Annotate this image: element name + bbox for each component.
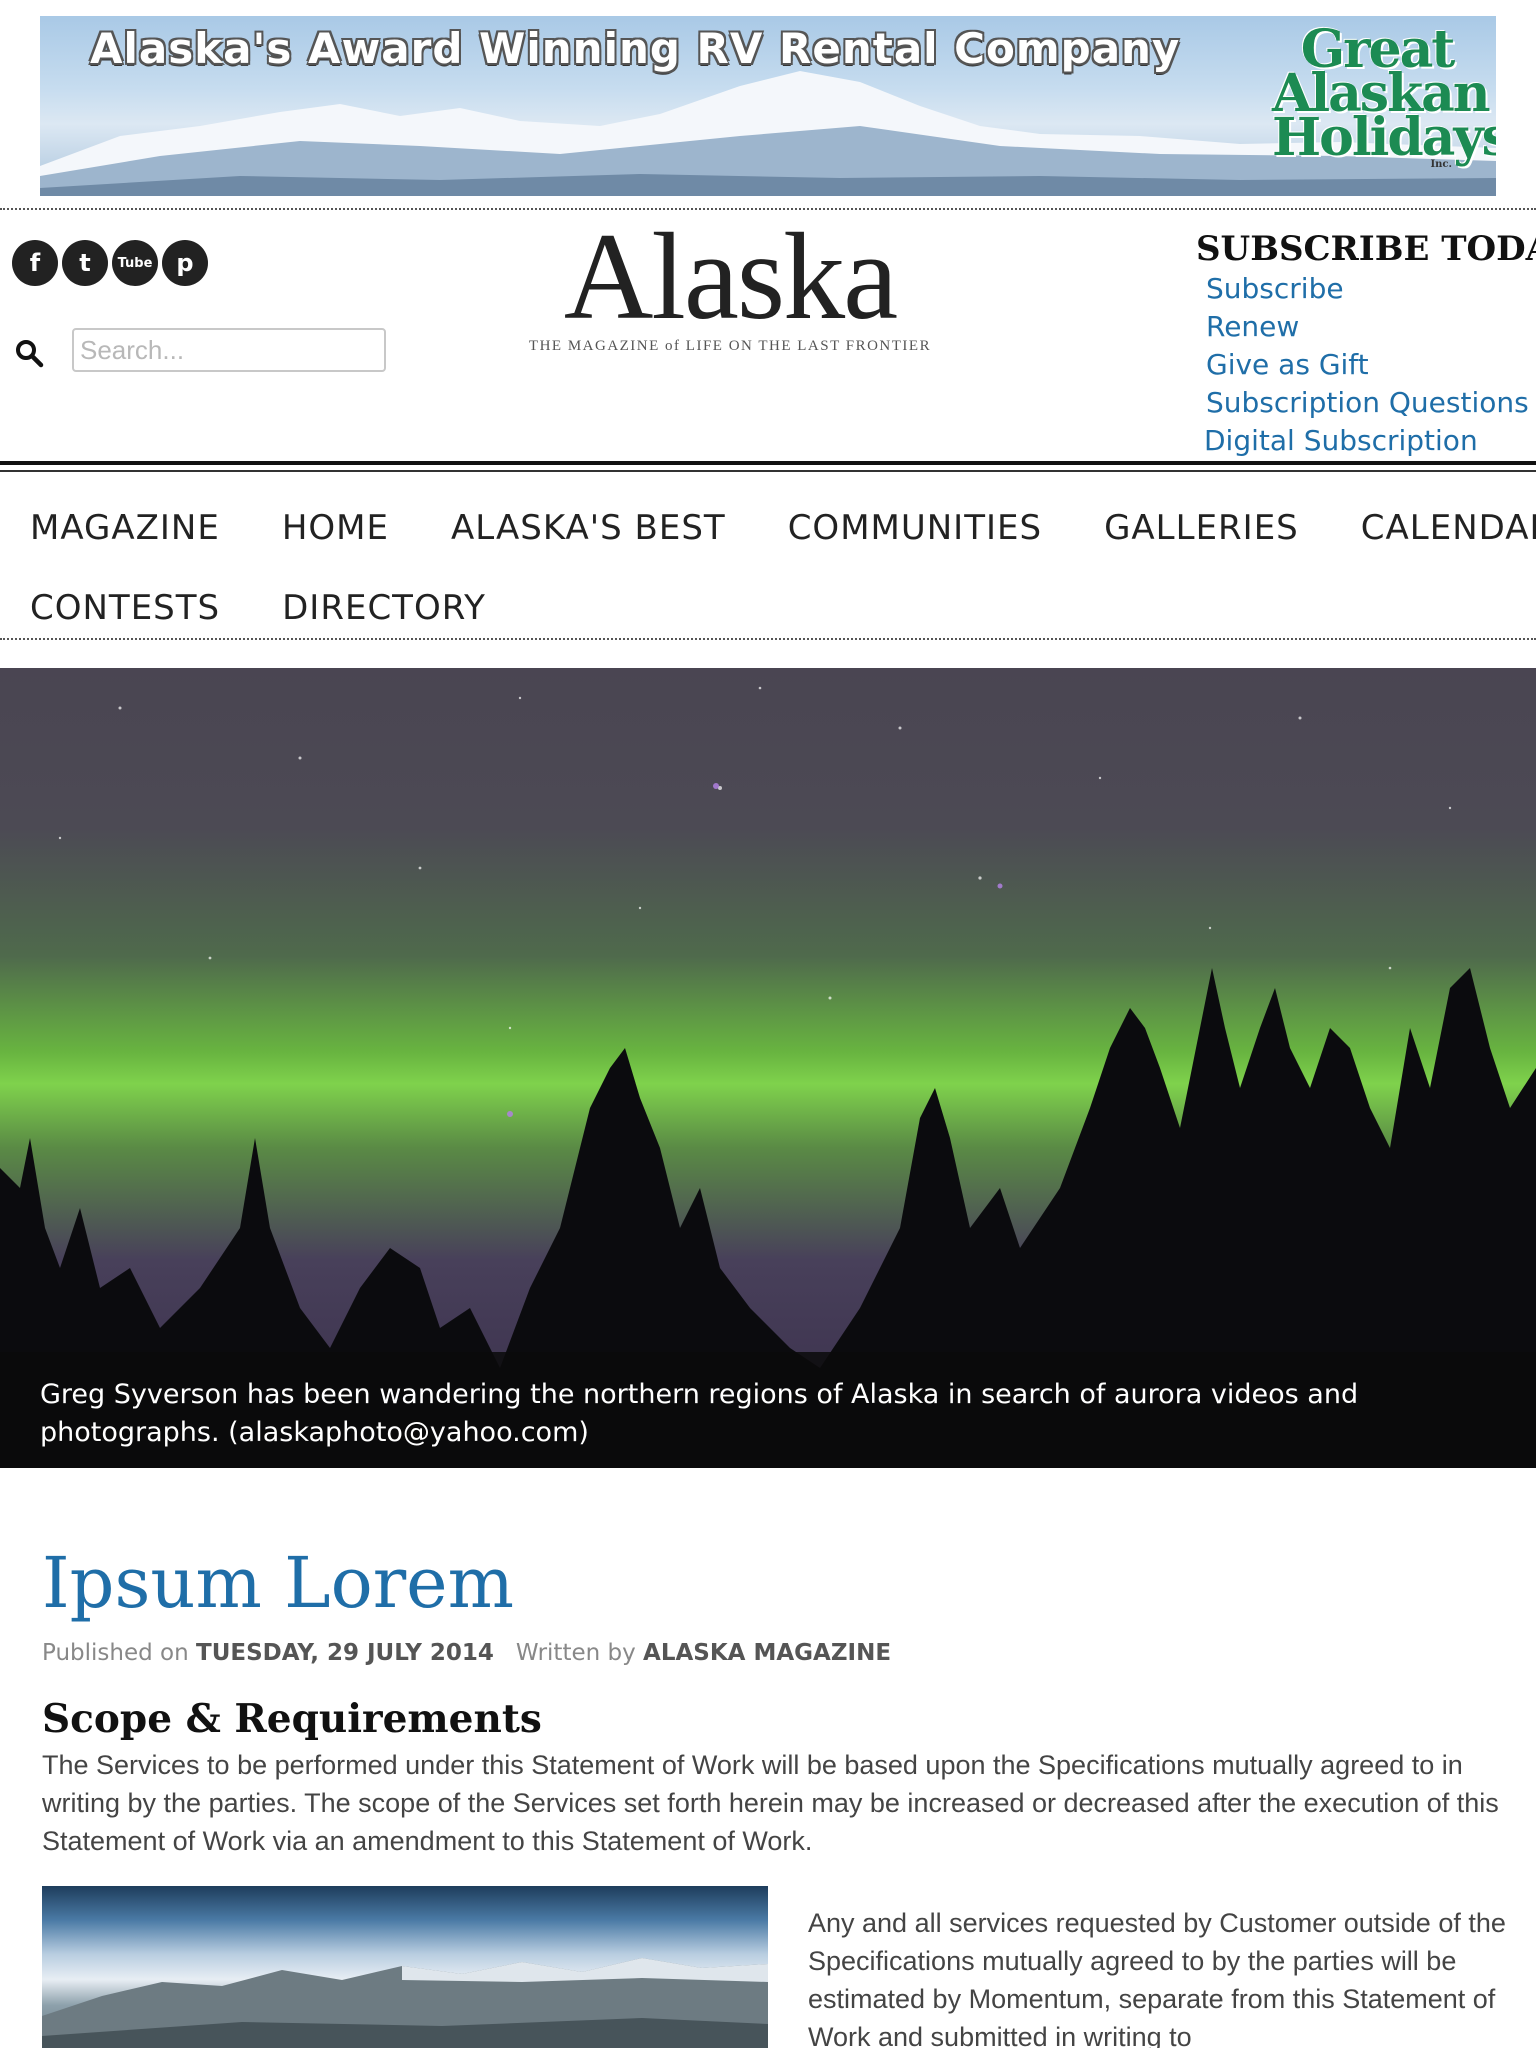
subscribe-panel: SUBSCRIBE TODAY Subscribe Renew Give as …	[1196, 228, 1536, 460]
nav-row: CONTESTS DIRECTORY	[30, 568, 1530, 648]
nav-item-calendar[interactable]: CALENDAR	[1361, 508, 1536, 548]
article-title: Ipsum Lorem	[42, 1542, 514, 1624]
give-as-gift-link[interactable]: Give as Gift	[1196, 346, 1536, 384]
search-input[interactable]	[72, 328, 386, 372]
nav-row: MAGAZINE HOME ALASKA'S BEST COMMUNITIES …	[30, 488, 1536, 568]
nav-item-directory[interactable]: DIRECTORY	[282, 588, 486, 628]
hero-image	[0, 668, 1536, 1468]
renew-link[interactable]: Renew	[1196, 308, 1536, 346]
article-side-paragraph: Any and all services requested by Custom…	[808, 1908, 1506, 2048]
nav-item-communities[interactable]: COMMUNITIES	[788, 508, 1042, 548]
nav-item-alaskas-best[interactable]: ALASKA'S BEST	[451, 508, 726, 548]
site-logo[interactable]: Alaska THE MAGAZINE of LIFE ON THE LAST …	[500, 208, 960, 355]
subscribe-heading: SUBSCRIBE TODAY	[1196, 229, 1536, 269]
section-heading: Scope & Requirements	[42, 1696, 542, 1742]
search-icon[interactable]	[14, 338, 44, 368]
masthead-tagline: THE MAGAZINE of LIFE ON THE LAST FRONTIE…	[528, 338, 932, 354]
nav-item-contests[interactable]: CONTESTS	[30, 588, 220, 628]
nav-bottom-divider	[0, 638, 1536, 640]
article-paragraph: The Services to be performed under this …	[42, 1750, 1499, 1856]
published-label: Published on	[42, 1640, 189, 1666]
subscription-questions-link[interactable]: Subscription Questions	[1196, 384, 1536, 422]
digital-subscription-link[interactable]: Digital Subscription	[1196, 422, 1536, 460]
header-bottom-rule	[0, 461, 1536, 465]
author-name: ALASKA MAGAZINE	[643, 1640, 892, 1666]
main-nav: MAGAZINE HOME ALASKA'S BEST COMMUNITIES …	[30, 488, 1536, 648]
article-meta: Published on TUESDAY, 29 JULY 2014 Writt…	[42, 1640, 1502, 1666]
facebook-icon[interactable]: f	[12, 240, 58, 286]
social-links: f t Tube p	[12, 240, 208, 286]
published-date: TUESDAY, 29 JULY 2014	[196, 1640, 494, 1666]
subscribe-link[interactable]: Subscribe	[1196, 270, 1536, 308]
written-label: Written by	[515, 1640, 636, 1666]
hero-caption: Greg Syverson has been wandering the nor…	[0, 1352, 1536, 1468]
ad-headline: Alaska's Award Winning RV Rental Company	[90, 24, 1181, 73]
pinterest-icon[interactable]: p	[162, 240, 208, 286]
aurora-photo	[0, 686, 1536, 1468]
nav-item-galleries[interactable]: GALLERIES	[1104, 508, 1299, 548]
nav-item-home[interactable]: HOME	[282, 508, 389, 548]
header-bottom-rule-thin	[0, 470, 1536, 472]
ad-logo-line3: Holidays	[1272, 107, 1496, 168]
article-photo	[42, 1886, 768, 2048]
youtube-icon[interactable]: Tube	[112, 240, 158, 286]
ad-banner[interactable]: Alaska's Award Winning RV Rental Company…	[40, 16, 1496, 196]
article: Ipsum Lorem Published on TUESDAY, 29 JUL…	[42, 1542, 1502, 1860]
nav-item-magazine[interactable]: MAGAZINE	[30, 508, 220, 548]
mountain-photo	[42, 1958, 768, 2048]
ad-logo: Great Alaskan Holidays Inc.	[1272, 24, 1496, 170]
twitter-icon[interactable]: t	[62, 240, 108, 286]
masthead-title: Alaska	[563, 208, 898, 345]
